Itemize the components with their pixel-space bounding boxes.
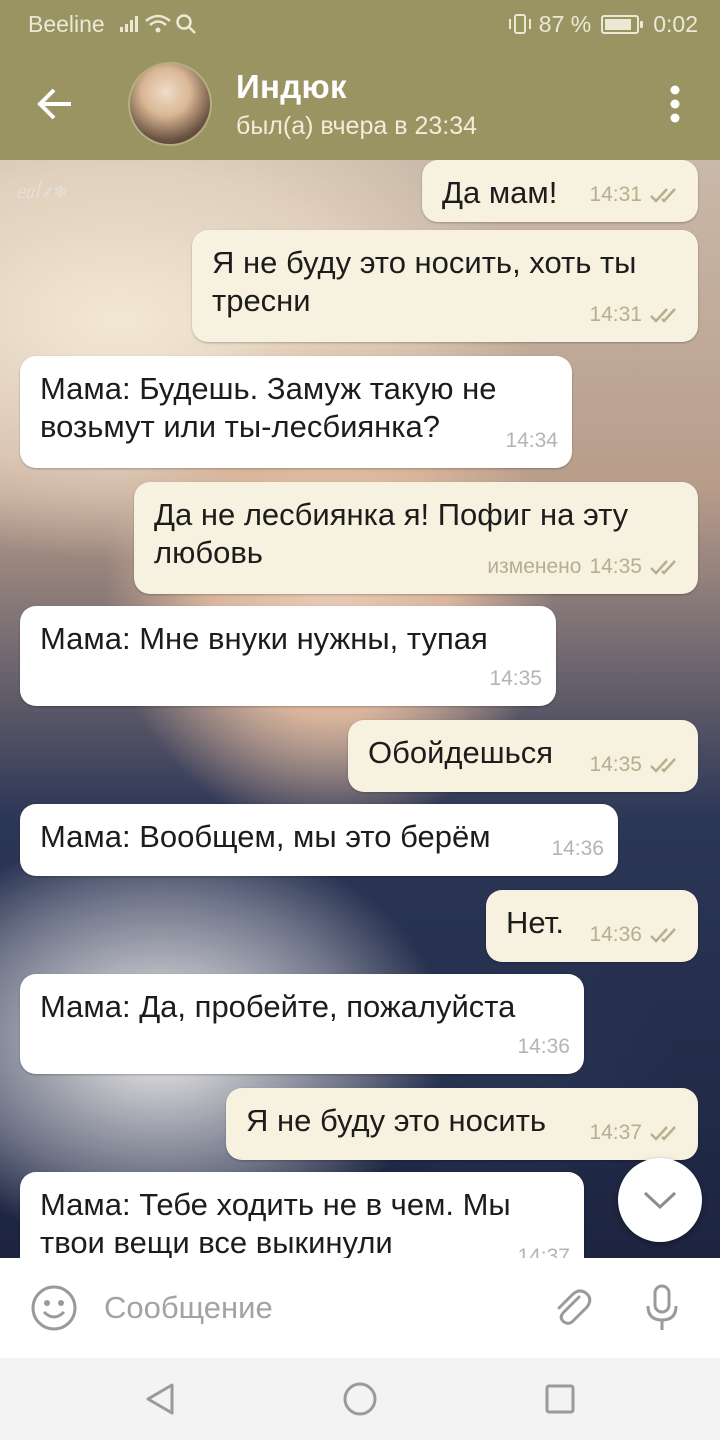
message-time: 14:37 bbox=[589, 1121, 642, 1144]
attach-button[interactable] bbox=[542, 1278, 602, 1338]
message-text: Мама: Мне внуки нужны, тупая bbox=[40, 621, 488, 656]
message-bubble-incoming[interactable]: Мама: Мне внуки нужны, тупая 14:35 bbox=[20, 606, 556, 706]
scroll-to-bottom-button[interactable] bbox=[618, 1158, 702, 1242]
chevron-down-icon bbox=[643, 1191, 677, 1210]
message-text: Мама: Тебе ходить не в чем. Мы твои вещи… bbox=[40, 1187, 511, 1258]
message-time: 14:37 bbox=[517, 1245, 570, 1258]
message-bubble-incoming[interactable]: Мама: Будешь. Замуж такую не возьмут или… bbox=[20, 356, 572, 468]
message-text: Мама: Да, пробейте, пожалуйста bbox=[40, 989, 516, 1024]
triangle-back-icon bbox=[146, 1383, 174, 1415]
voice-record-button[interactable] bbox=[632, 1278, 692, 1338]
message-text: Я не буду это носить bbox=[246, 1103, 547, 1138]
circle-home-icon bbox=[343, 1382, 377, 1416]
status-bar: Beeline 87 % 0:02 bbox=[0, 0, 720, 48]
message-time: 14:36 bbox=[551, 837, 604, 860]
double-check-icon bbox=[650, 758, 676, 773]
message-composer bbox=[0, 1258, 720, 1358]
message-text: Обойдешься bbox=[368, 735, 554, 770]
message-time: 14:35 bbox=[589, 555, 642, 578]
message-bubble-incoming[interactable]: Мама: Да, пробейте, пожалуйста 14:36 bbox=[20, 974, 584, 1074]
message-time: 14:34 bbox=[505, 429, 558, 452]
message-time: 14:35 bbox=[489, 667, 542, 690]
emoji-button[interactable] bbox=[28, 1282, 80, 1334]
nav-recents-button[interactable] bbox=[520, 1364, 600, 1434]
paperclip-icon bbox=[557, 1289, 592, 1325]
clock: 0:02 bbox=[653, 10, 698, 37]
search-icon bbox=[175, 14, 196, 34]
signal-icon bbox=[119, 16, 138, 32]
vibrate-icon bbox=[508, 14, 531, 34]
message-bubble-outgoing[interactable]: Да мам! 14:31 bbox=[422, 160, 698, 222]
edited-label: изменено bbox=[487, 555, 582, 578]
message-time: 14:36 bbox=[517, 1035, 570, 1058]
avatar[interactable] bbox=[128, 62, 212, 146]
message-bubble-incoming[interactable]: Мама: Вообщем, мы это берём 14:36 bbox=[20, 804, 618, 876]
message-text: Мама: Будешь. Замуж такую не возьмут или… bbox=[40, 371, 497, 444]
wifi-icon bbox=[144, 14, 171, 33]
message-bubble-outgoing[interactable]: Да не лесбиянка я! Пофиг на эту любовь и… bbox=[134, 482, 698, 594]
message-text: Да мам! bbox=[442, 175, 558, 210]
message-text: Мама: Вообщем, мы это берём bbox=[40, 819, 491, 854]
message-time: 14:31 bbox=[589, 303, 642, 326]
message-text: Нет. bbox=[506, 905, 564, 940]
message-time: 14:35 bbox=[589, 753, 642, 776]
double-check-icon bbox=[650, 308, 676, 323]
contact-info[interactable]: Индюк был(а) вчера в 23:34 bbox=[236, 68, 477, 141]
nav-home-button[interactable] bbox=[320, 1364, 400, 1434]
microphone-icon bbox=[646, 1284, 678, 1330]
message-bubble-outgoing[interactable]: Я не буду это носить, хоть ты тресни 14:… bbox=[192, 230, 698, 342]
double-check-icon bbox=[650, 928, 676, 943]
back-button[interactable] bbox=[0, 48, 110, 160]
message-bubble-outgoing[interactable]: Нет. 14:36 bbox=[486, 890, 698, 962]
contact-name: Индюк bbox=[236, 67, 347, 105]
chat-area[interactable]: ᥱᥲᥣ⸙❄ Да мам! 14:31 Я не буду это носить… bbox=[0, 160, 720, 1258]
last-seen-status: был(а) вчера в 23:34 bbox=[236, 111, 478, 140]
arrow-back-icon bbox=[37, 88, 71, 120]
message-input[interactable] bbox=[104, 1290, 512, 1326]
chat-header: Индюк был(а) вчера в 23:34 bbox=[0, 48, 720, 160]
emoji-icon bbox=[31, 1285, 77, 1331]
more-vert-icon bbox=[670, 85, 680, 123]
message-bubble-incoming[interactable]: Мама: Тебе ходить не в чем. Мы твои вещи… bbox=[20, 1172, 584, 1258]
double-check-icon bbox=[650, 188, 676, 203]
square-recents-icon bbox=[545, 1384, 575, 1414]
battery-icon bbox=[601, 14, 644, 34]
nav-back-button[interactable] bbox=[120, 1364, 200, 1434]
carrier-name: Beeline bbox=[28, 10, 105, 37]
battery-percent: 87 % bbox=[538, 10, 592, 37]
double-check-icon bbox=[650, 560, 676, 575]
signal-wifi-search-icons bbox=[119, 13, 197, 35]
wallpaper-watermark: ᥱᥲᥣ⸙❄ bbox=[16, 182, 69, 202]
double-check-icon bbox=[650, 1126, 676, 1141]
message-bubble-outgoing[interactable]: Я не буду это носить 14:37 bbox=[226, 1088, 698, 1160]
more-menu-button[interactable] bbox=[630, 48, 720, 160]
message-bubble-outgoing[interactable]: Обойдешься 14:35 bbox=[348, 720, 698, 792]
message-time: 14:31 bbox=[589, 183, 642, 206]
message-time: 14:36 bbox=[589, 923, 642, 946]
system-navigation-bar bbox=[0, 1358, 720, 1440]
message-text: Я не буду это носить, хоть ты тресни bbox=[212, 245, 637, 318]
